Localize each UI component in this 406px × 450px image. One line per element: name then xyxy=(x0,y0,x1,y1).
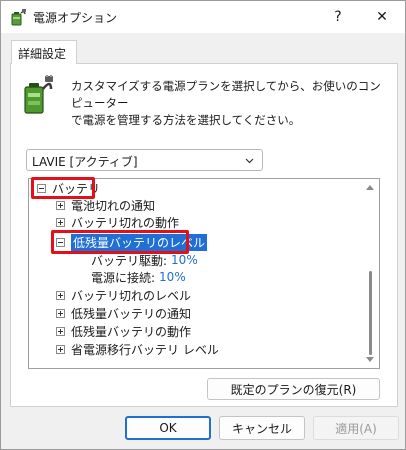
battery-plug-icon xyxy=(9,8,27,26)
close-button[interactable]: ✕ xyxy=(359,1,405,33)
help-button[interactable]: ? xyxy=(315,1,361,33)
setting-label: バッテリ駆動: xyxy=(91,253,168,268)
tree-item[interactable]: 低残量バッテリの通知 xyxy=(56,304,191,322)
instruction-text: カスタマイズする電源プランを選択してから、お使いのコンピューター で電源を管理す… xyxy=(71,78,391,129)
cancel-button[interactable]: キャンセル xyxy=(219,416,305,440)
chevron-down-icon xyxy=(245,154,254,164)
setting-value[interactable]: 10% xyxy=(171,253,198,267)
instruction-line: カスタマイズする電源プランを選択してから、お使いのコンピューター xyxy=(71,79,381,110)
tree-item-label: 低残量バッテリの通知 xyxy=(71,306,192,321)
scroll-up-icon[interactable] xyxy=(366,185,374,190)
window-title: 電源オプション xyxy=(33,11,118,25)
title-bar: 電源オプション ? ✕ xyxy=(1,1,405,33)
restore-default-plan-button[interactable]: 既定のプランの復元(R) xyxy=(207,378,380,400)
power-plan-selected: LAVIE [アクティブ] xyxy=(32,155,138,169)
power-options-dialog: 電源オプション ? ✕ 詳細設定 カスタマイズする電源プランを選択してから、お使… xyxy=(0,0,406,450)
tree-item-label: 低残量バッテリの動作 xyxy=(71,324,192,339)
collapse-icon[interactable] xyxy=(37,183,46,193)
setting-label: 電源に接続: xyxy=(91,270,156,285)
expand-icon[interactable] xyxy=(56,326,65,336)
setting-row[interactable]: バッテリ駆動: 10% xyxy=(91,251,198,269)
expand-icon[interactable] xyxy=(56,308,65,318)
tree-item-label: 省電源移行バッテリ レベル xyxy=(71,342,219,357)
instruction-line: で電源を管理する方法を選択してください。 xyxy=(71,113,301,127)
tree-item-low-battery-level[interactable]: 低残量バッテリのレベル xyxy=(56,233,208,251)
battery-plug-icon xyxy=(21,75,55,115)
tree-item[interactable]: バッテリ切れのレベル xyxy=(56,286,191,304)
scroll-down-icon[interactable] xyxy=(366,357,374,362)
expand-icon[interactable] xyxy=(56,217,65,227)
expand-icon[interactable] xyxy=(56,200,65,210)
scroll-thumb[interactable] xyxy=(369,271,372,355)
tree-item[interactable]: 省電源移行バッテリ レベル xyxy=(56,340,219,358)
setting-value[interactable]: 10% xyxy=(159,270,186,284)
ok-button[interactable]: OK xyxy=(125,416,211,440)
tree-item-label: バッテリ切れのレベル xyxy=(71,288,192,303)
tree-item[interactable]: バッテリ切れの動作 xyxy=(56,213,179,231)
expand-icon[interactable] xyxy=(56,290,65,300)
collapse-icon[interactable] xyxy=(56,237,65,247)
settings-tree: バッテリ 電池切れの通知 バッテリ切れの動作 低残量バッテリのレベル バッテリ駆… xyxy=(28,178,380,369)
tree-item-label: 電池切れの通知 xyxy=(71,198,156,213)
tree-scrollbar[interactable] xyxy=(363,179,379,368)
tree-item-label: 低残量バッテリのレベル xyxy=(71,233,208,251)
tree-item-label: バッテリ切れの動作 xyxy=(71,215,180,230)
setting-row[interactable]: 電源に接続: 10% xyxy=(91,268,186,286)
tree-item-battery[interactable]: バッテリ xyxy=(37,179,100,197)
tree-item[interactable]: 電池切れの通知 xyxy=(56,196,155,214)
tree-item[interactable]: 低残量バッテリの動作 xyxy=(56,322,191,340)
apply-button[interactable]: 適用(A) xyxy=(313,416,399,440)
tab-advanced-settings[interactable]: 詳細設定 xyxy=(11,40,77,64)
power-plan-dropdown[interactable]: LAVIE [アクティブ] xyxy=(26,149,263,171)
tree-item-label: バッテリ xyxy=(52,181,101,196)
expand-icon[interactable] xyxy=(56,344,65,354)
